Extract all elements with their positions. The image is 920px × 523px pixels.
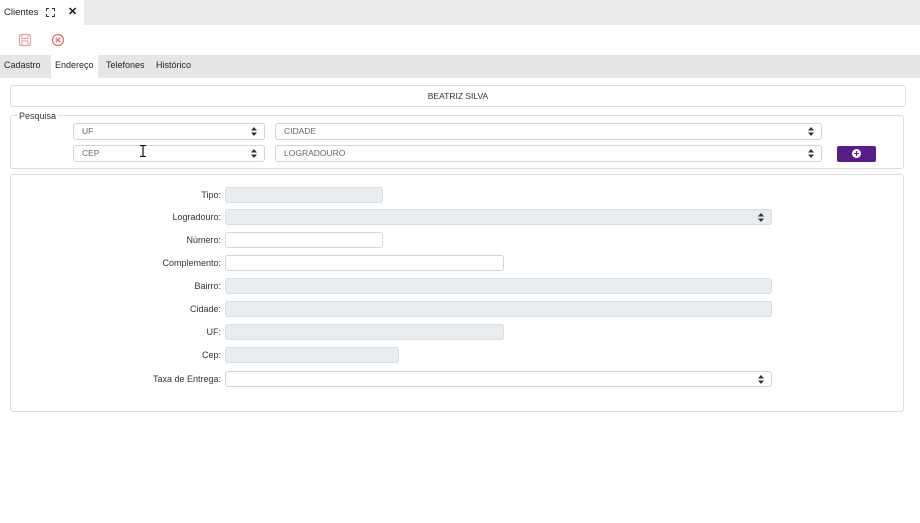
search-legend: Pesquisa (17, 111, 59, 121)
sort-arrows-icon (808, 127, 814, 136)
cidade-select[interactable]: CIDADE (275, 123, 822, 140)
sort-arrows-icon (251, 127, 257, 136)
tab-telefones[interactable]: Telefones (102, 55, 149, 78)
cancel-icon[interactable] (51, 33, 65, 47)
logradouro-select[interactable]: LOGRADOURO (275, 145, 822, 162)
logradouro-label: Logradouro: (172, 212, 221, 222)
toolbar (0, 25, 920, 55)
cep-field[interactable] (225, 347, 399, 363)
add-address-button[interactable] (837, 146, 876, 162)
sort-arrows-icon (758, 213, 764, 222)
window-tab-title: Clientes (4, 7, 39, 18)
sort-arrows-icon (758, 375, 764, 384)
taxa-entrega-select[interactable] (225, 371, 772, 387)
tab-historico[interactable]: Histórico (152, 55, 195, 78)
record-tabs: Cadastro Endereço Telefones Histórico (0, 55, 920, 78)
cep-select-value: CEP (82, 148, 100, 158)
maximize-icon[interactable] (46, 8, 55, 17)
address-panel: BEATRIZ SILVA Pesquisa UF CIDADE CEP LOG… (0, 78, 920, 523)
cep-label: Cep: (201, 350, 221, 360)
tipo-label: Tipo: (201, 190, 221, 200)
complemento-label: Complemento: (162, 258, 221, 268)
bairro-field[interactable] (225, 278, 772, 294)
cep-select[interactable]: CEP (73, 145, 265, 162)
tipo-field[interactable] (225, 187, 383, 203)
window-tab-bar: Clientes ✕ (0, 0, 920, 25)
text-cursor-icon (140, 145, 146, 157)
tab-endereco[interactable]: Endereço (51, 55, 98, 78)
logradouro-field[interactable] (225, 209, 772, 225)
complemento-field[interactable] (225, 255, 504, 271)
cidade-field[interactable] (225, 301, 772, 317)
numero-label: Número: (186, 235, 221, 245)
uf-label: UF: (206, 327, 222, 337)
numero-field[interactable] (225, 232, 383, 248)
sort-arrows-icon (808, 149, 814, 158)
bairro-label: Bairro: (194, 281, 221, 291)
uf-select[interactable]: UF (73, 123, 265, 140)
window-tab-clientes[interactable]: Clientes ✕ (0, 0, 84, 25)
save-icon[interactable] (18, 33, 32, 47)
client-name: BEATRIZ SILVA (10, 85, 906, 107)
taxa-entrega-label: Taxa de Entrega: (152, 374, 221, 384)
logradouro-select-value: LOGRADOURO (284, 148, 346, 158)
close-icon[interactable]: ✕ (68, 7, 77, 18)
cidade-select-value: CIDADE (284, 126, 317, 136)
cidade-label: Cidade: (189, 304, 221, 314)
plus-circle-icon (852, 149, 861, 158)
uf-field[interactable] (225, 324, 504, 340)
tab-cadastro[interactable]: Cadastro (0, 55, 45, 78)
uf-select-value: UF (82, 126, 94, 136)
sort-arrows-icon (251, 149, 257, 158)
